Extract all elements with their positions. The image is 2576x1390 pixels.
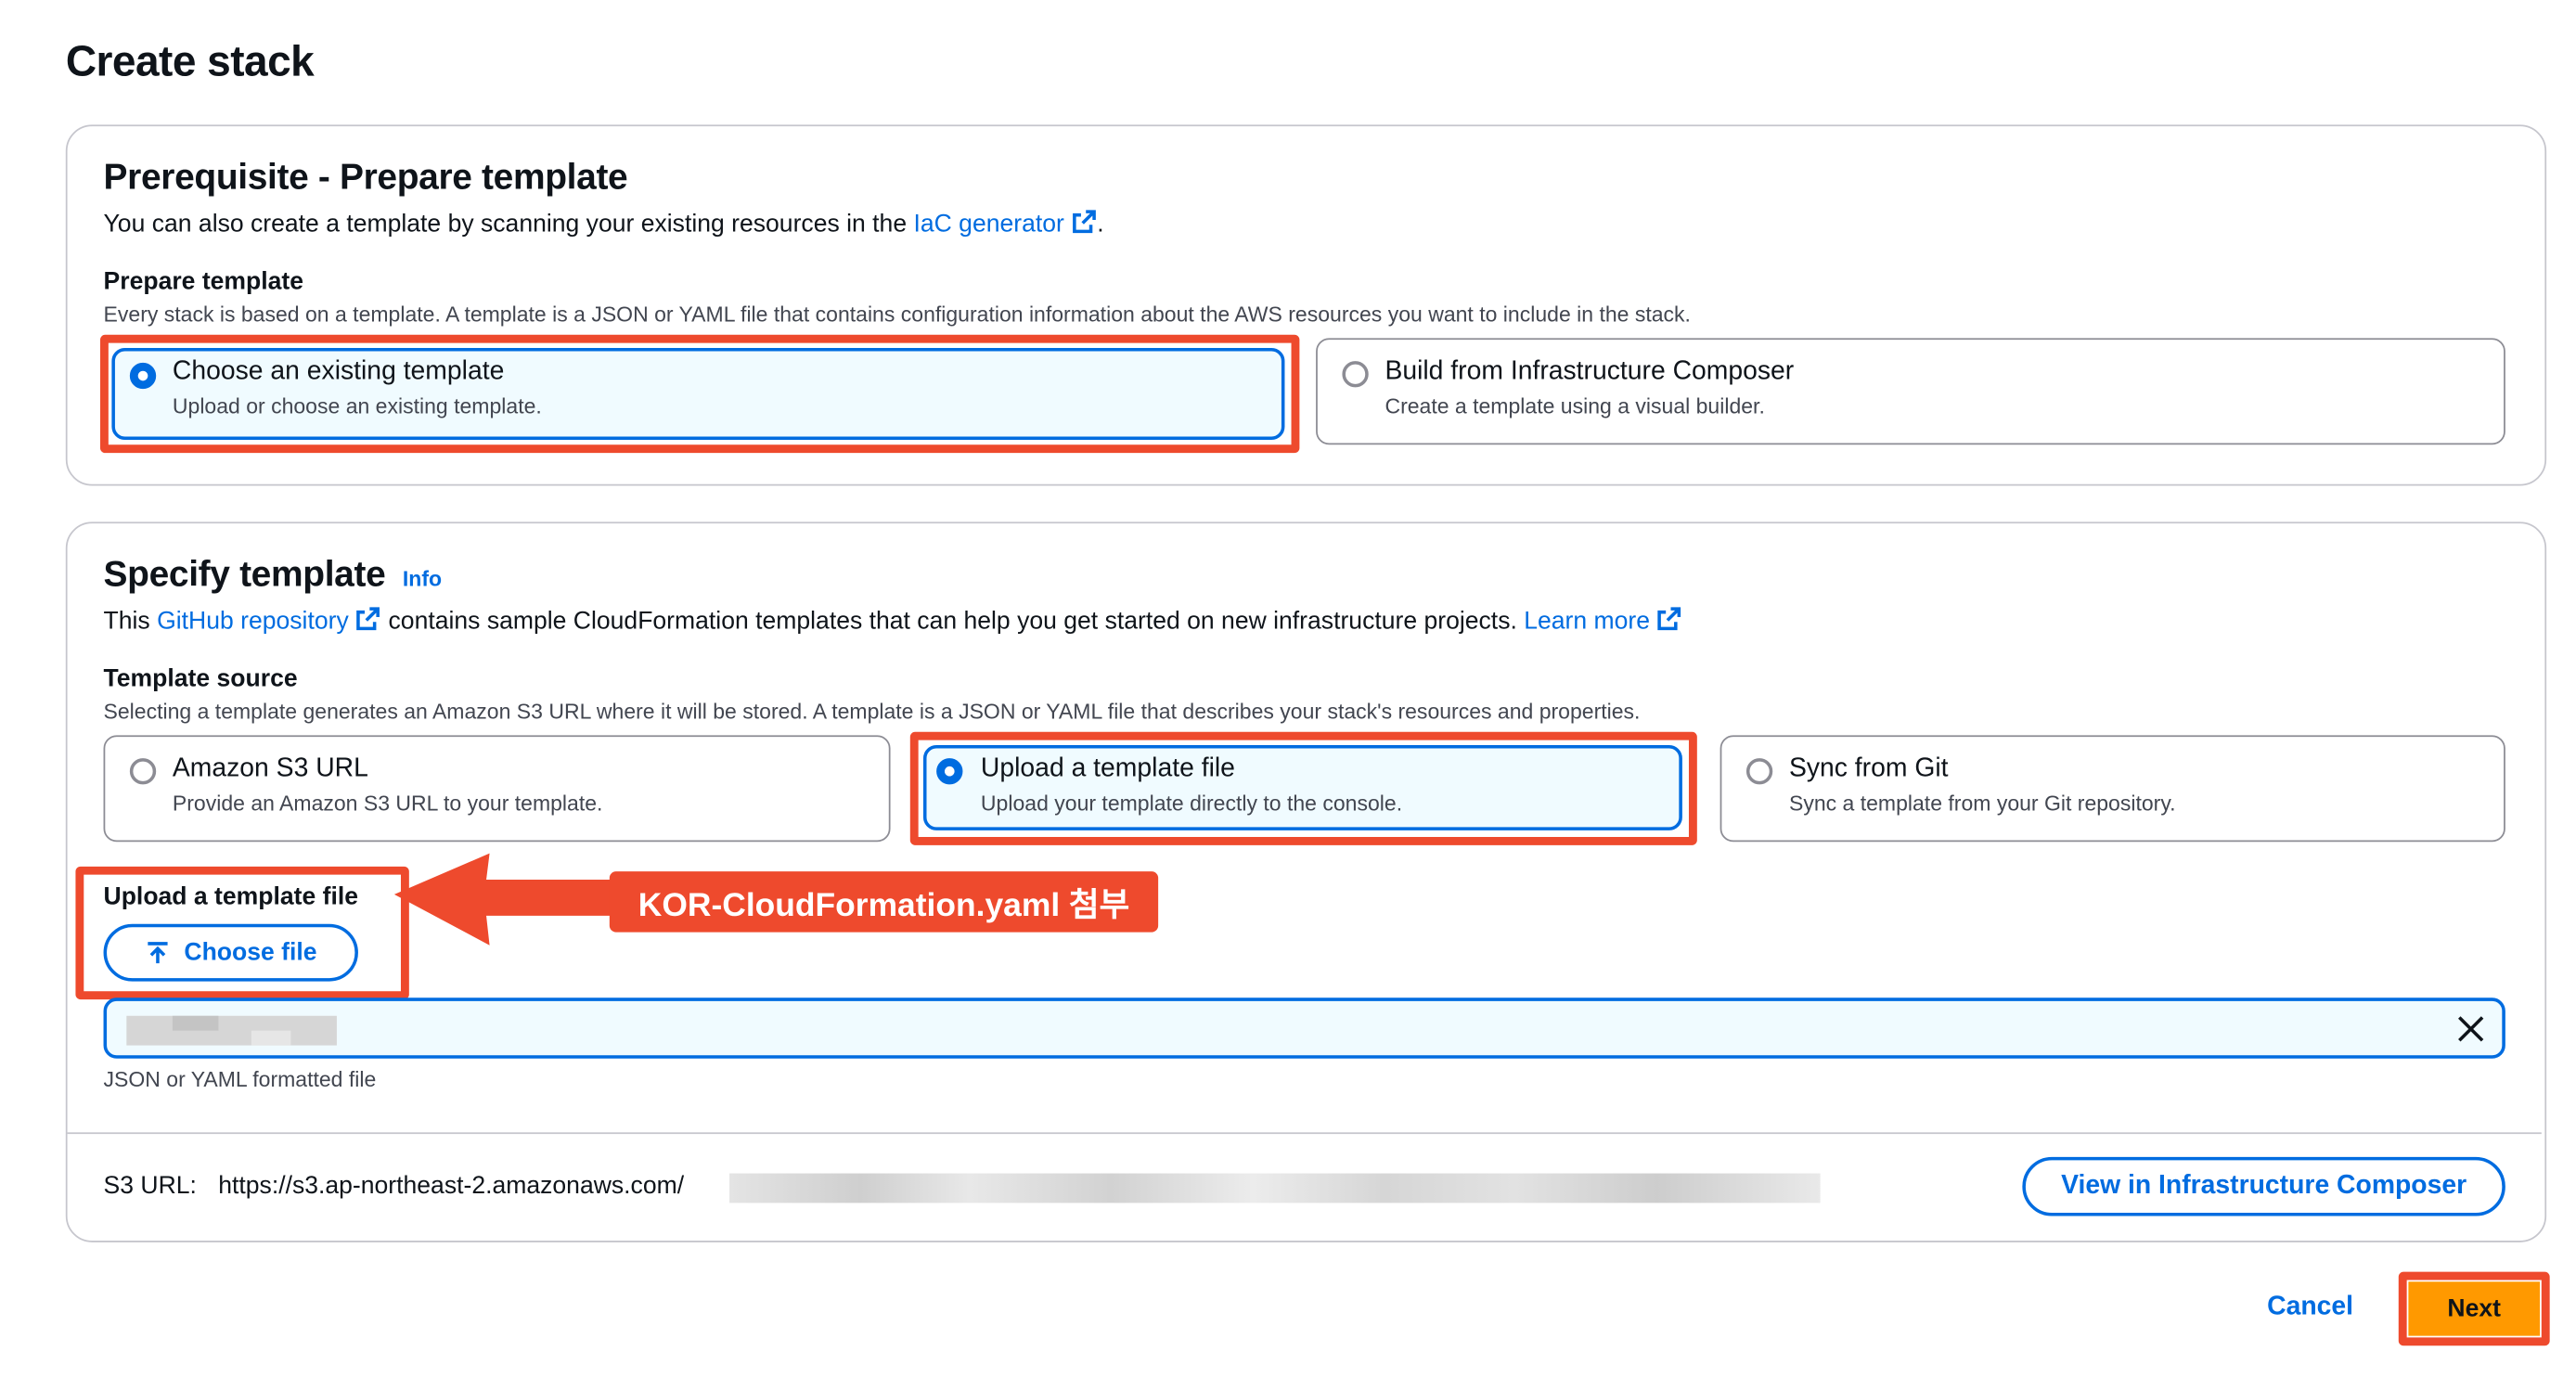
prerequisite-description-text: You can also create a template by scanni… bbox=[103, 210, 908, 238]
highlight-box-upload-template bbox=[909, 731, 1697, 845]
redacted-file-name bbox=[251, 1030, 291, 1046]
option-title: Amazon S3 URL bbox=[172, 754, 368, 783]
specify-template-header: Specify template Info bbox=[104, 553, 443, 596]
prerequisite-heading: Prerequisite - Prepare template bbox=[103, 156, 628, 198]
learn-more-link[interactable]: Learn more bbox=[1524, 607, 1650, 635]
option-subtitle: Create a template using a visual builder… bbox=[1385, 393, 1765, 418]
option-amazon-s3-url[interactable]: Amazon S3 URL Provide an Amazon S3 URL t… bbox=[103, 735, 891, 843]
highlight-box-choose-file bbox=[75, 866, 409, 1000]
iac-generator-link[interactable]: IaC generator bbox=[913, 210, 1063, 238]
template-source-label: Template source bbox=[103, 664, 298, 693]
external-link-icon bbox=[355, 606, 381, 638]
option-build-from-composer[interactable]: Build from Infrastructure Composer Creat… bbox=[1316, 338, 2505, 445]
selected-file-field[interactable] bbox=[103, 997, 2505, 1059]
file-format-hint: JSON or YAML formatted file bbox=[103, 1066, 377, 1092]
annotation-callout: KOR-CloudFormation.yaml 첨부 bbox=[609, 871, 1159, 933]
clear-file-icon[interactable] bbox=[2456, 1014, 2486, 1044]
cancel-button[interactable]: Cancel bbox=[2267, 1293, 2353, 1323]
external-link-icon bbox=[1071, 209, 1097, 241]
option-subtitle: Provide an Amazon S3 URL to your templat… bbox=[172, 791, 603, 816]
specify-desc-middle: contains sample CloudFormation templates… bbox=[388, 607, 1517, 636]
radio-unselected-icon[interactable] bbox=[129, 758, 157, 785]
prepare-template-label: Prepare template bbox=[103, 267, 304, 296]
prerequisite-description-end: . bbox=[1097, 210, 1104, 238]
option-title: Sync from Git bbox=[1788, 754, 1949, 783]
create-stack-page: Create stack Prerequisite - Prepare temp… bbox=[0, 0, 2576, 1390]
prepare-template-description: Every stack is based on a template. A te… bbox=[103, 302, 1691, 327]
s3-url-divider bbox=[67, 1132, 2542, 1135]
s3-url-row: S3 URL: https://s3.ap-northeast-2.amazon… bbox=[104, 1172, 685, 1200]
prerequisite-description: You can also create a template by scanni… bbox=[104, 209, 1104, 241]
option-title: Build from Infrastructure Composer bbox=[1385, 357, 1795, 386]
external-link-icon bbox=[1656, 606, 1682, 638]
next-button[interactable]: Next bbox=[2408, 1281, 2541, 1336]
page-title: Create stack bbox=[65, 35, 315, 85]
template-source-description: Selecting a template generates an Amazon… bbox=[103, 699, 1641, 724]
annotation-arrow-icon bbox=[393, 853, 625, 946]
redacted-file-name bbox=[126, 1015, 337, 1046]
option-subtitle: Sync a template from your Git repository… bbox=[1788, 791, 2176, 816]
specify-template-description: This GitHub repository contains sample C… bbox=[104, 606, 1683, 638]
s3-url-label: S3 URL: bbox=[103, 1171, 197, 1200]
view-in-infrastructure-composer-button[interactable]: View in Infrastructure Composer bbox=[2022, 1156, 2505, 1216]
github-repository-link[interactable]: GitHub repository bbox=[157, 607, 349, 635]
option-sync-from-git[interactable]: Sync from Git Sync a template from your … bbox=[1719, 735, 2505, 843]
redacted-s3-path bbox=[729, 1173, 1821, 1203]
redacted-file-name bbox=[172, 1015, 219, 1031]
s3-url-value: https://s3.ap-northeast-2.amazonaws.com/ bbox=[218, 1171, 685, 1200]
specify-template-heading: Specify template bbox=[103, 553, 386, 595]
radio-unselected-icon[interactable] bbox=[1342, 361, 1369, 388]
highlight-box-choose-existing bbox=[99, 334, 1300, 454]
radio-unselected-icon[interactable] bbox=[1745, 758, 1773, 785]
specify-desc-start: This bbox=[103, 607, 150, 636]
info-link[interactable]: Info bbox=[403, 566, 442, 591]
